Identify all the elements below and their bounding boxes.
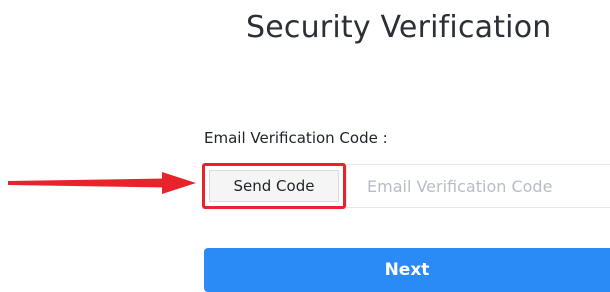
email-code-row: Send Code (202, 163, 610, 209)
email-code-input[interactable] (367, 175, 607, 197)
page-title: Security Verification (246, 10, 552, 45)
email-code-field[interactable] (346, 164, 610, 208)
red-arrow-right-icon (8, 172, 196, 194)
email-code-label: Email Verification Code : (204, 129, 388, 147)
send-code-button[interactable]: Send Code (209, 170, 339, 202)
next-button[interactable]: Next (204, 248, 610, 292)
